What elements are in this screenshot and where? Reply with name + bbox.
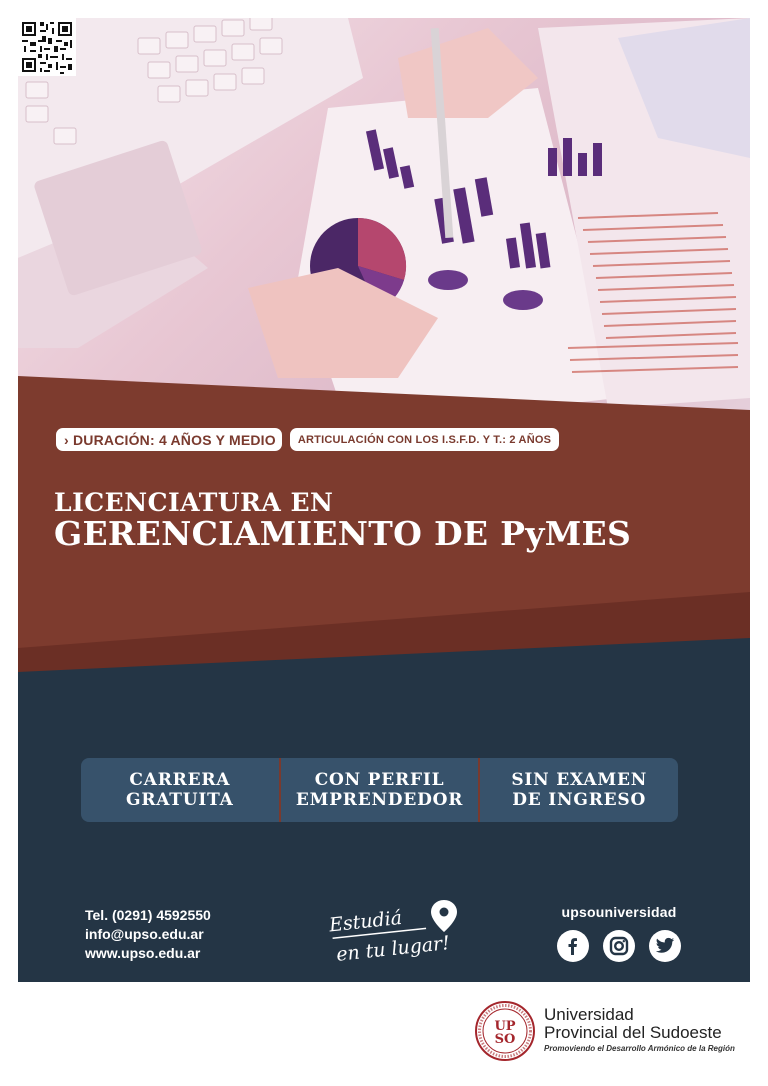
feature-no-exam: SIN EXAMEN DE INGRESO [478,758,678,822]
feature-free: CARRERA GRATUITA [81,758,279,822]
feature-no-exam-line1: SIN EXAMEN [511,770,648,790]
features-bar: CARRERA GRATUITA CON PERFIL EMPRENDEDOR … [81,758,678,822]
title-line-1: LICENCIATURA EN [54,488,334,517]
university-name-line1: Universidad [544,1005,634,1024]
university-tagline: Promoviendo el Desarrollo Armónico de la… [544,1044,735,1053]
feature-entrepreneur: CON PERFIL EMPRENDEDOR [278,758,479,822]
facebook-icon[interactable] [557,930,589,962]
social-media: upsouniversidad [544,904,694,962]
info-badges: › DURACIÓN: 4 AÑOS Y MEDIO ARTICULACIÓN … [56,428,560,451]
phone-number: Tel. (0291) 4592550 [85,907,211,923]
slogan: Estudiá en tu lugar! [327,900,457,964]
university-seal-icon: UP SO [475,1001,535,1061]
feature-free-line1: CARRERA [129,770,231,790]
feature-entrepreneur-line1: CON PERFIL [314,770,445,790]
university-name-line2: Provincial del Sudoeste [544,1023,722,1042]
feature-no-exam-line2: DE INGRESO [512,790,647,810]
instagram-icon[interactable] [603,930,635,962]
social-handle: upsouniversidad [561,904,677,920]
contact-info: Tel. (0291) 4592550 info@upso.edu.ar www… [85,906,211,963]
articulation-badge: ARTICULACIÓN CON LOS I.S.F.D. Y T.: 2 AÑ… [289,428,560,451]
email-link[interactable]: info@upso.edu.ar [85,925,211,944]
location-pin-icon [431,900,457,932]
twitter-icon[interactable] [649,930,681,962]
feature-free-line2: GRATUITA [126,790,234,810]
feature-entrepreneur-line2: EMPRENDEDOR [295,790,464,810]
page-title: GERENCIAMIENTO DE PyMES [54,514,632,553]
social-icons [544,930,694,962]
poster: › DURACIÓN: 4 AÑOS Y MEDIO ARTICULACIÓN … [18,18,750,982]
duration-badge: › DURACIÓN: 4 AÑOS Y MEDIO [56,428,282,451]
svg-text:SO: SO [495,1032,516,1047]
website-link[interactable]: www.upso.edu.ar [85,944,211,963]
university-logo: UP SO Universidad Provincial del Sudoest… [474,1000,764,1064]
